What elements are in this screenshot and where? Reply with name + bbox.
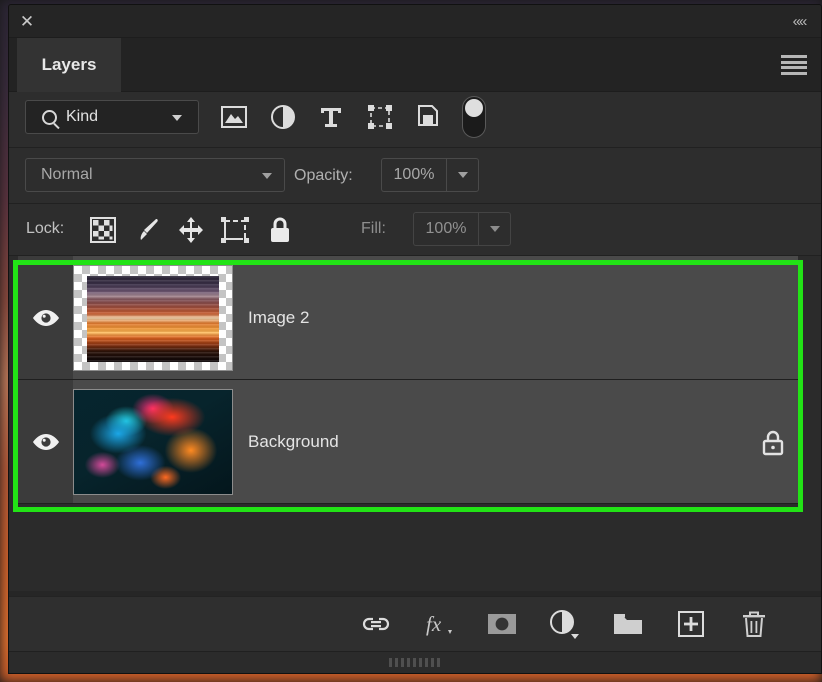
- delete-layer-button[interactable]: [737, 607, 771, 641]
- new-layer-button[interactable]: [674, 607, 708, 641]
- resize-grip-handle[interactable]: [389, 658, 441, 667]
- smart-object-filter-icon[interactable]: [412, 100, 446, 134]
- lock-position-icon[interactable]: [175, 214, 207, 246]
- lock-artboard-nesting-icon[interactable]: [219, 214, 251, 246]
- link-layers-button[interactable]: [359, 607, 393, 641]
- opacity-input[interactable]: 100%: [381, 158, 446, 192]
- opacity-stepper[interactable]: [446, 158, 479, 192]
- layer-visibility-toggle[interactable]: [18, 380, 73, 503]
- lock-image-pixels-icon[interactable]: [133, 214, 165, 246]
- layer-style-button[interactable]: fx: [422, 607, 456, 641]
- layer-thumbnail: [73, 388, 233, 495]
- layer-visibility-toggle[interactable]: [18, 256, 73, 379]
- blend-mode-label: Normal: [41, 166, 93, 183]
- lock-transparent-pixels-icon[interactable]: [87, 214, 119, 246]
- fill-value: 100%: [425, 220, 467, 237]
- chevron-down-icon: [262, 173, 272, 179]
- layer-name[interactable]: Image 2: [248, 308, 748, 328]
- colorful-ink-artwork: [74, 389, 232, 494]
- tab-layers[interactable]: Layers: [17, 38, 121, 92]
- lock-icon: [762, 430, 784, 455]
- close-icon[interactable]: ✕: [16, 11, 38, 33]
- filter-toggle[interactable]: [462, 96, 486, 138]
- layer-thumbnail-cell[interactable]: [73, 388, 233, 495]
- fill-label: Fill:: [361, 220, 386, 237]
- sunset-stripes-artwork: [87, 275, 219, 362]
- fill-input[interactable]: 100%: [413, 212, 478, 246]
- layer-thumbnail: [73, 264, 233, 371]
- layer-name[interactable]: Background: [248, 432, 748, 452]
- fill-stepper[interactable]: [478, 212, 511, 246]
- hamburger-menu-icon[interactable]: [781, 55, 807, 75]
- blend-mode-row: Normal Opacity: 100%: [9, 148, 821, 204]
- filter-kind-select[interactable]: Kind: [25, 100, 199, 134]
- add-layer-mask-button[interactable]: [485, 607, 519, 641]
- chevron-down-icon: [458, 172, 468, 178]
- collapse-panel-icon[interactable]: ««: [787, 11, 811, 33]
- layer-list: Image 2 Background: [9, 256, 821, 591]
- lock-label: Lock:: [26, 220, 65, 237]
- chevron-down-icon: [172, 115, 182, 121]
- pixel-layer-filter-icon[interactable]: [217, 100, 251, 134]
- tab-layers-label: Layers: [41, 55, 97, 74]
- layers-bottom-toolbar: fx: [9, 596, 821, 651]
- layer-thumbnail-cell[interactable]: [73, 264, 233, 371]
- eye-icon: [32, 433, 59, 450]
- new-group-button[interactable]: [611, 607, 645, 641]
- table-row[interactable]: Image 2: [18, 256, 798, 380]
- layer-lock-indicator[interactable]: [748, 428, 798, 456]
- layers-panel: ✕ «« Layers Kind Normal Opacity: 100% Lo…: [8, 4, 822, 674]
- panel-resize-bar[interactable]: [9, 651, 821, 673]
- svg-text:fx: fx: [426, 612, 442, 636]
- opacity-value: 100%: [393, 166, 435, 183]
- shape-layer-filter-icon[interactable]: [363, 100, 397, 134]
- opacity-label: Opacity:: [294, 167, 353, 184]
- chevron-down-icon: [490, 226, 500, 232]
- adjustment-layer-filter-icon[interactable]: [266, 100, 300, 134]
- filter-kind-label: Kind: [66, 108, 99, 125]
- type-layer-filter-icon[interactable]: [314, 100, 348, 134]
- search-icon: [42, 109, 57, 125]
- blend-mode-select[interactable]: Normal: [25, 158, 285, 192]
- panel-title-bar: ✕ ««: [9, 5, 821, 38]
- lock-all-icon[interactable]: [264, 214, 296, 246]
- new-adjustment-layer-button[interactable]: [548, 607, 582, 641]
- lock-row: Lock: Fill: 100%: [9, 204, 821, 256]
- eye-icon: [32, 309, 59, 326]
- panel-tab-strip: Layers: [9, 38, 821, 92]
- layer-filter-row: Kind: [9, 92, 821, 148]
- table-row[interactable]: Background: [18, 380, 798, 504]
